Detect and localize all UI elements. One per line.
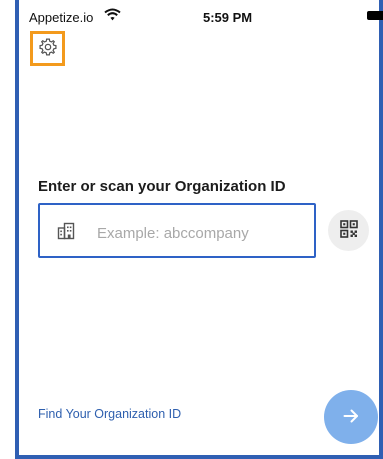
org-id-field[interactable] bbox=[38, 203, 316, 258]
org-id-prompt: Enter or scan your Organization ID bbox=[38, 178, 286, 195]
qr-code-icon bbox=[339, 220, 358, 241]
building-icon bbox=[57, 222, 75, 245]
org-id-input[interactable] bbox=[95, 221, 309, 245]
status-bar: Appetize.io 5:59 PM bbox=[19, 0, 383, 26]
scan-qr-button[interactable] bbox=[328, 210, 369, 251]
find-org-id-link[interactable]: Find Your Organization ID bbox=[38, 407, 181, 421]
carrier-label: Appetize.io bbox=[29, 10, 94, 25]
clock-time: 5:59 PM bbox=[203, 10, 253, 25]
gear-icon bbox=[38, 37, 58, 60]
battery-icon bbox=[367, 11, 383, 20]
next-button[interactable] bbox=[324, 390, 378, 444]
wifi-icon bbox=[104, 8, 121, 24]
frame-bottom-border bbox=[15, 455, 383, 459]
arrow-right-icon bbox=[341, 406, 361, 429]
frame-left-border bbox=[15, 0, 19, 459]
frame-right-border bbox=[379, 0, 383, 459]
settings-button[interactable] bbox=[30, 31, 65, 66]
